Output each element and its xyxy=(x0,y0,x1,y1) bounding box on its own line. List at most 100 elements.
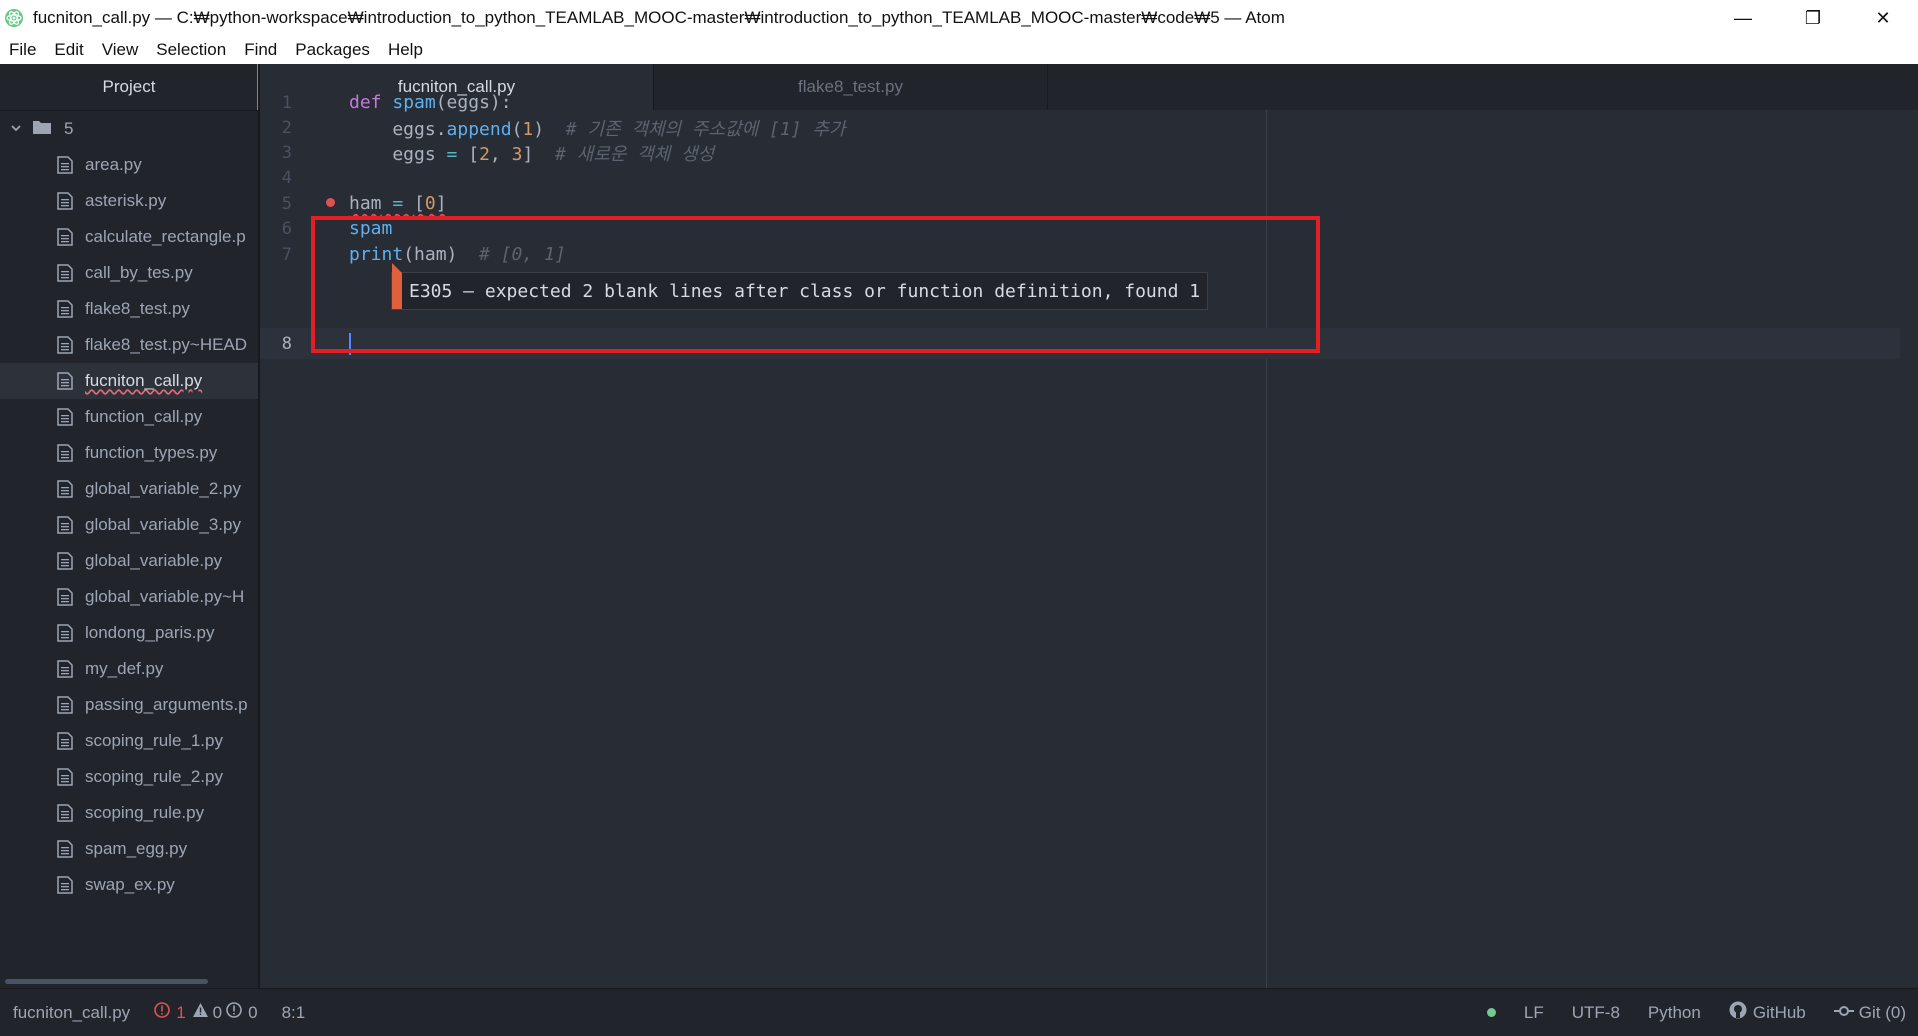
file-text-icon xyxy=(57,624,73,642)
tree-file-item[interactable]: my_def.py xyxy=(0,651,258,687)
linter-summary[interactable]: 1 0 0 xyxy=(154,1002,258,1023)
file-name: global_variable_2.py xyxy=(85,479,241,498)
file-name: call_by_tes.py xyxy=(85,263,193,282)
chevron-down-icon[interactable] xyxy=(10,119,24,139)
function-token: print xyxy=(349,244,404,265)
tree-file-item[interactable]: function_types.py xyxy=(0,435,258,471)
tree-file-item[interactable]: passing_arguments.p xyxy=(0,687,258,723)
menu-bar: File Edit View Selection Find Packages H… xyxy=(0,36,1918,65)
file-text-icon xyxy=(57,480,73,498)
file-text-icon xyxy=(57,732,73,750)
tree-file-item[interactable]: flake8_test.py xyxy=(0,291,258,327)
menu-view[interactable]: View xyxy=(93,36,148,64)
number-token: 0 xyxy=(424,193,436,214)
tree-file-item[interactable]: scoping_rule.py xyxy=(0,795,258,831)
status-indicator-dot xyxy=(1486,1008,1496,1017)
file-name: scoping_rule_1.py xyxy=(85,731,223,750)
warning-triangle-icon xyxy=(192,1002,209,1023)
tree-file-item[interactable]: scoping_rule_2.py xyxy=(0,759,258,795)
github-panel-toggle[interactable]: GitHub xyxy=(1729,1001,1806,1024)
menu-find[interactable]: Find xyxy=(235,36,286,64)
line-ending[interactable]: LF xyxy=(1524,1003,1544,1023)
menu-help[interactable]: Help xyxy=(379,36,432,64)
file-text-icon xyxy=(57,588,73,606)
tree-file-item[interactable]: calculate_rectangle.p xyxy=(0,219,258,255)
menu-edit[interactable]: Edit xyxy=(45,36,92,64)
tree-file-item[interactable]: londong_paris.py xyxy=(0,615,258,651)
file-list: area.py asterisk.py calculate_rectangle.pc… xyxy=(0,147,258,903)
git-panel-toggle[interactable]: Git (0) xyxy=(1833,1002,1906,1023)
tree-file-item[interactable]: global_variable.py xyxy=(0,543,258,579)
line-number: 4 xyxy=(281,167,292,188)
file-name: function_types.py xyxy=(85,443,218,462)
lint-tooltip: E305 — expected 2 blank lines after clas… xyxy=(391,263,1209,310)
tree-file-item[interactable]: flake8_test.py~HEAD xyxy=(0,327,258,363)
info-count: 0 xyxy=(248,1002,258,1022)
folder-icon xyxy=(32,119,52,140)
line-number: 3 xyxy=(281,142,292,163)
file-encoding[interactable]: UTF-8 xyxy=(1572,1003,1620,1023)
file-name: londong_paris.py xyxy=(85,623,215,642)
file-text-icon xyxy=(57,192,73,210)
cursor-position[interactable]: 8:1 xyxy=(282,1003,306,1023)
file-text-icon xyxy=(57,516,73,534)
status-file-name[interactable]: fucniton_call.py xyxy=(13,1003,130,1023)
error-count: 1 xyxy=(176,1002,186,1022)
file-text-icon xyxy=(57,228,73,246)
file-text-icon xyxy=(57,840,73,858)
github-icon xyxy=(1729,1001,1747,1024)
comment-token: # [0, 1] xyxy=(479,244,566,265)
tree-root-folder[interactable]: 5 xyxy=(0,111,258,147)
tree-file-item[interactable]: global_variable_2.py xyxy=(0,471,258,507)
line-number: 5 xyxy=(281,193,292,214)
root-folder-label: 5 xyxy=(64,119,74,138)
tree-file-item[interactable]: global_variable.py~H xyxy=(0,579,258,615)
tree-file-item[interactable]: fucniton_call.py xyxy=(0,363,258,399)
line-number: 2 xyxy=(281,117,292,138)
lint-error-squiggle[interactable]: ham = [0] xyxy=(349,193,447,214)
close-button[interactable]: ✕ xyxy=(1848,0,1918,36)
lint-error-marker-icon[interactable] xyxy=(326,198,335,207)
sidebar-horizontal-scrollbar[interactable] xyxy=(5,979,208,984)
warning-count: 0 xyxy=(212,1002,223,1022)
restore-button[interactable]: ❐ xyxy=(1778,0,1848,36)
menu-selection[interactable]: Selection xyxy=(147,36,235,64)
file-text-icon xyxy=(57,156,73,174)
tree-file-item[interactable]: swap_ex.py xyxy=(0,867,258,903)
tree-file-item[interactable]: global_variable_3.py xyxy=(0,507,258,543)
file-text-icon xyxy=(57,300,73,318)
tree-file-item[interactable]: scoping_rule_1.py xyxy=(0,723,258,759)
tree-file-item[interactable]: call_by_tes.py xyxy=(0,255,258,291)
menu-file[interactable]: File xyxy=(0,36,45,64)
function-token: spam xyxy=(349,218,393,239)
project-panel-title[interactable]: Project xyxy=(0,64,258,111)
code-editor[interactable]: 1 def spam(eggs): 2 eggs.append(1) # 기존 … xyxy=(260,92,1918,988)
tree-file-item[interactable]: spam_egg.py xyxy=(0,831,258,867)
tree-file-item[interactable]: area.py xyxy=(0,147,258,183)
file-text-icon xyxy=(57,696,73,714)
file-name: asterisk.py xyxy=(85,191,167,210)
tree-file-item[interactable]: function_call.py xyxy=(0,399,258,435)
menu-packages[interactable]: Packages xyxy=(286,36,379,64)
file-text-icon xyxy=(57,444,73,462)
tree-file-item[interactable]: asterisk.py xyxy=(0,183,258,219)
file-text-icon xyxy=(57,660,73,678)
file-name: flake8_test.py~HEAD xyxy=(85,335,248,354)
lint-message: E305 — expected 2 blank lines after clas… xyxy=(409,280,1201,302)
minimize-button[interactable]: — xyxy=(1708,0,1778,36)
file-name: my_def.py xyxy=(85,659,164,678)
git-label: Git (0) xyxy=(1858,1002,1906,1022)
project-tree-panel: Project 5 area.py asterisk.py calculate_re… xyxy=(0,64,260,988)
file-name: global_variable.py~H xyxy=(85,587,245,606)
file-name: passing_arguments.p xyxy=(85,695,248,714)
file-name: flake8_test.py xyxy=(85,299,190,318)
line-number: 6 xyxy=(281,218,292,239)
operator-token: = xyxy=(381,193,415,214)
file-name: spam_egg.py xyxy=(85,839,188,858)
file-text-icon xyxy=(57,408,73,426)
git-commit-icon xyxy=(1833,1003,1854,1023)
line-number: 7 xyxy=(281,244,292,265)
code-line-7: 7 print(ham) # [0, 1] xyxy=(260,239,1900,270)
grammar-selector[interactable]: Python xyxy=(1648,1003,1701,1023)
file-name: scoping_rule_2.py xyxy=(85,767,223,786)
